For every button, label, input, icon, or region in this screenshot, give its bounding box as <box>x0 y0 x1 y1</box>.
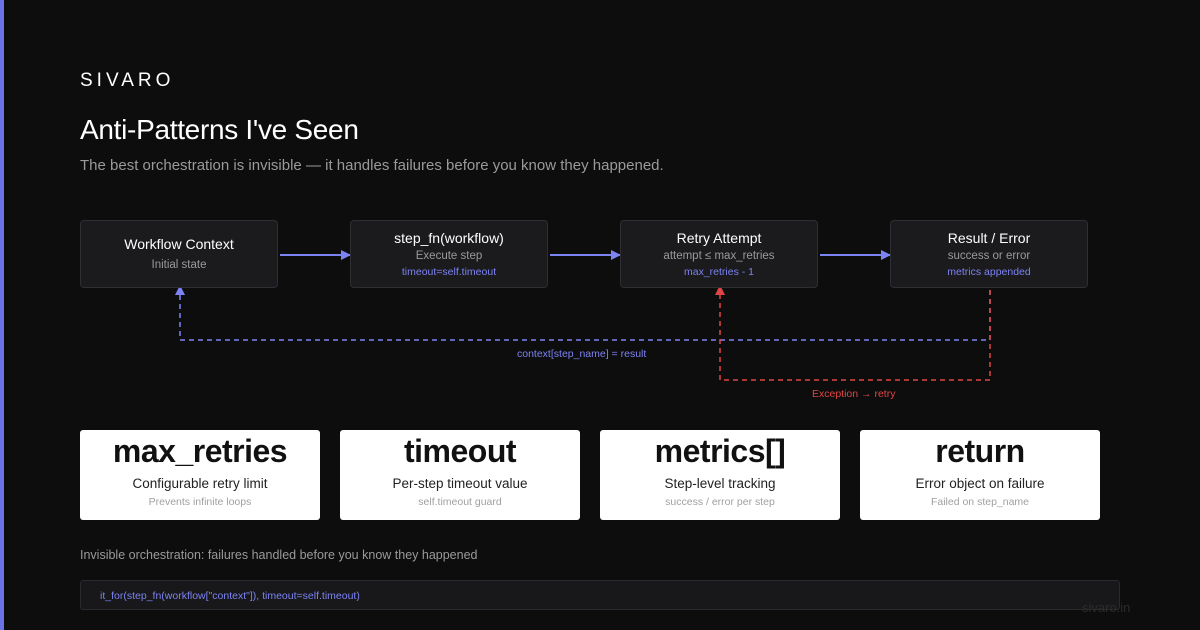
flow-node-step-fn: step_fn(workflow) Execute step timeout=s… <box>350 220 548 288</box>
card-label: Per-step timeout value <box>392 476 528 491</box>
card-value: return <box>935 433 1025 469</box>
flow-node-result-error: Result / Error success or error metrics … <box>890 220 1088 288</box>
node-subtitle: attempt ≤ max_retries <box>663 250 775 262</box>
card-return: return Error object on failure Failed on… <box>860 430 1100 520</box>
flow-node-workflow-context: Workflow Context Initial state <box>80 220 278 288</box>
node-note: metrics appended <box>947 266 1031 278</box>
card-value: metrics[] <box>654 433 786 469</box>
success-loop-label: context[step_name] = result <box>517 348 647 360</box>
card-note: Prevents infinite loops <box>148 496 252 508</box>
flow-connectors <box>175 250 991 381</box>
card-note: Failed on step_name <box>930 496 1030 508</box>
node-title: Workflow Context <box>124 236 234 252</box>
node-note: max_retries - 1 <box>683 266 755 278</box>
node-subtitle: success or error <box>947 250 1031 262</box>
card-metrics: metrics[] Step-level tracking success / … <box>600 430 840 520</box>
node-title: Result / Error <box>947 230 1031 246</box>
retry-loop-path <box>715 285 991 381</box>
retry-loop-label: Exception → retry <box>812 388 896 400</box>
card-note: self.timeout guard <box>418 496 502 508</box>
card-label: Error object on failure <box>915 476 1045 491</box>
footnote: Invisible orchestration: failures handle… <box>80 548 478 562</box>
code-snippet: it_for(step_fn(workflow["context"]), tim… <box>100 590 360 602</box>
flow-node-retry-attempt: Retry Attempt attempt ≤ max_retries max_… <box>620 220 818 288</box>
card-value: timeout <box>403 433 517 469</box>
card-label: Step-level tracking <box>664 476 776 491</box>
code-snippet-box: it_for(step_fn(workflow["context"]), tim… <box>80 580 1120 610</box>
node-subtitle: Initial state <box>151 259 207 271</box>
card-timeout: timeout Per-step timeout value self.time… <box>340 430 580 520</box>
success-loop-path <box>175 285 991 341</box>
card-label: Configurable retry limit <box>132 476 268 491</box>
node-note: timeout=self.timeout <box>401 266 497 278</box>
node-title: step_fn(workflow) <box>394 230 504 246</box>
node-title: Retry Attempt <box>676 230 762 246</box>
card-max-retries: max_retries Configurable retry limit Pre… <box>80 430 320 520</box>
card-note: success / error per step <box>665 496 775 508</box>
node-subtitle: Execute step <box>415 250 483 262</box>
watermark: sivaro.in <box>1082 600 1131 615</box>
card-value: max_retries <box>112 433 288 469</box>
